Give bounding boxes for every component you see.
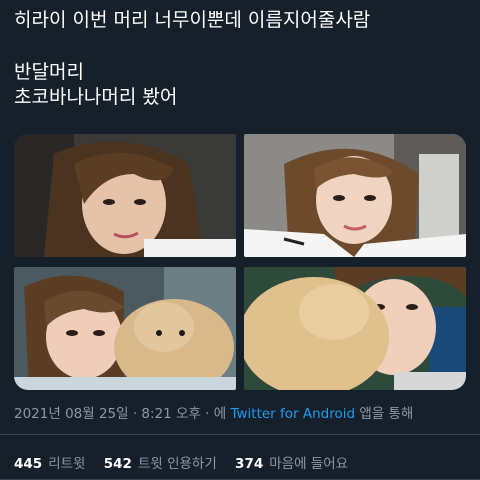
tweet-line: 반달머리	[14, 61, 84, 83]
retweets-label: 리트윗	[48, 456, 86, 472]
retweets-stat[interactable]: 445 리트윗	[14, 456, 85, 472]
engagement-stats: 445 리트윗 542 트윗 인용하기 374 마음에 들어요	[14, 452, 362, 472]
tweet-line: 히라이 이번 머리 너무이뿐데 이름지어줄사람	[14, 9, 371, 31]
quotes-count: 542	[103, 456, 132, 472]
divider	[0, 434, 480, 435]
tweet-photo-2[interactable]	[244, 134, 466, 257]
media-grid	[14, 134, 466, 390]
likes-label: 마음에 들어요	[269, 456, 349, 472]
likes-count: 374	[235, 456, 264, 472]
tweet-date: 2021년 08월 25일 · 8:21 오후 · 에	[14, 406, 231, 422]
tweet-photo-3[interactable]	[14, 267, 236, 390]
tweet-text: 히라이 이번 머리 너무이뿐데 이름지어줄사람 반달머리 초코바나나머리 봤어	[14, 8, 470, 110]
source-link[interactable]: Twitter for Android	[230, 406, 355, 422]
tweet-photo-4[interactable]	[244, 267, 466, 390]
likes-stat[interactable]: 374 마음에 들어요	[235, 456, 348, 472]
tweet-line: 초코바나나머리 봤어	[14, 86, 178, 108]
quotes-label: 트윗 인용하기	[137, 456, 217, 472]
retweets-count: 445	[14, 456, 43, 472]
tweet-timestamp: 2021년 08월 25일 · 8:21 오후 · 에 Twitter for …	[14, 402, 413, 422]
source-suffix: 앱을 통해	[355, 406, 414, 422]
tweet-photo-1[interactable]	[14, 134, 236, 257]
quotes-stat[interactable]: 542 트윗 인용하기	[104, 456, 217, 472]
